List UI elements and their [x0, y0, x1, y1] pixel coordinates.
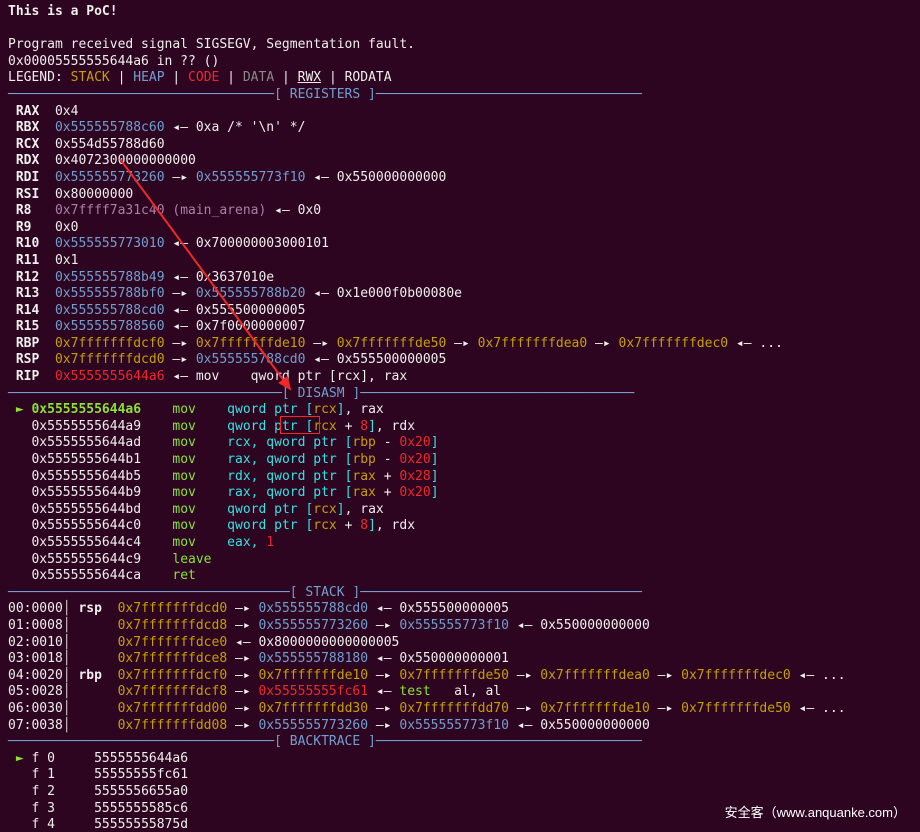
section-disasm: ───────────────────────────────────[ DIS…: [8, 386, 912, 403]
reg-rax: RAX 0x4: [8, 104, 912, 121]
section-stack: ────────────────────────────────────[ ST…: [8, 585, 912, 602]
reg-rdi: RDI 0x555555773260 —▸ 0x555555773f10 ◂— …: [8, 170, 912, 187]
reg-r8: R8 0x7ffff7a31c40 (main_arena) ◂— 0x0: [8, 203, 912, 220]
stack-row: 04:0020│ rbp 0x7fffffffdcf0 —▸ 0x7ffffff…: [8, 668, 912, 685]
backtrace-row: f 1 55555555fc61: [8, 767, 912, 784]
reg-rsp: RSP 0x7fffffffdcd0 —▸ 0x555555788cd0 ◂— …: [8, 352, 912, 369]
legend-stack: STACK: [71, 70, 110, 85]
reg-rsi: RSI 0x80000000: [8, 187, 912, 204]
backtrace-row: f 2 5555556655a0: [8, 784, 912, 801]
stack-row: 00:0000│ rsp 0x7fffffffdcd0 —▸ 0x5555557…: [8, 601, 912, 618]
disasm-row: 0x5555555644c0 mov qword ptr [rcx + 8], …: [8, 518, 912, 535]
disasm-row: 0x5555555644a9 mov qword ptr [rcx + 8], …: [8, 419, 912, 436]
stack-row: 01:0008│ 0x7fffffffdcd8 —▸ 0x55555577326…: [8, 618, 912, 635]
backtrace-row: ► f 0 5555555644a6: [8, 751, 912, 768]
blank: [8, 21, 912, 38]
disasm-row: 0x5555555644b1 mov rax, qword ptr [rbp -…: [8, 452, 912, 469]
stack-row: 03:0018│ 0x7fffffffdce8 —▸ 0x55555578818…: [8, 651, 912, 668]
legend-prefix: LEGEND:: [8, 70, 71, 85]
stack-row: 02:0010│ 0x7fffffffdce0 ◂— 0x80000000000…: [8, 635, 912, 652]
section-backtrace: ──────────────────────────────────[ BACK…: [8, 734, 912, 751]
legend-line: LEGEND: STACK | HEAP | CODE | DATA | RWX…: [8, 70, 912, 87]
section-registers: ──────────────────────────────────[ REGI…: [8, 87, 912, 104]
reg-rip: RIP 0x5555555644a6 ◂— mov qword ptr [rcx…: [8, 369, 912, 386]
reg-r13: R13 0x555555788bf0 —▸ 0x555555788b20 ◂— …: [8, 286, 912, 303]
disasm-row: 0x5555555644c4 mov eax, 1: [8, 535, 912, 552]
stack-row: 07:0038│ 0x7fffffffdd08 —▸ 0x55555577326…: [8, 718, 912, 735]
legend-data: DATA: [243, 70, 274, 85]
disasm-row: 0x5555555644bd mov qword ptr [rcx], rax: [8, 502, 912, 519]
reg-rdx: RDX 0x4072300000000000: [8, 153, 912, 170]
disasm-rows: ► 0x5555555644a6 mov qword ptr [rcx], ra…: [8, 402, 912, 585]
legend-rodata: RODATA: [345, 70, 392, 85]
disasm-row: ► 0x5555555644a6 mov qword ptr [rcx], ra…: [8, 402, 912, 419]
disasm-row: 0x5555555644c9 leave: [8, 552, 912, 569]
stack-rows: 00:0000│ rsp 0x7fffffffdcd0 —▸ 0x5555557…: [8, 601, 912, 734]
reg-rbx: RBX 0x555555788c60 ◂— 0xa /* '\n' */: [8, 120, 912, 137]
reg-r14: R14 0x555555788cd0 ◂— 0x555500000005: [8, 303, 912, 320]
reg-r11: R11 0x1: [8, 253, 912, 270]
reg-rbp: RBP 0x7fffffffdcf0 —▸ 0x7fffffffde10 —▸ …: [8, 336, 912, 353]
disasm-row: 0x5555555644ca ret: [8, 568, 912, 585]
legend-code: CODE: [188, 70, 219, 85]
disasm-row: 0x5555555644b9 mov rax, qword ptr [rax +…: [8, 485, 912, 502]
reg-r9: R9 0x0: [8, 220, 912, 237]
signal-line: Program received signal SIGSEGV, Segment…: [8, 37, 912, 54]
disasm-row: 0x5555555644ad mov rcx, qword ptr [rbp -…: [8, 435, 912, 452]
stack-row: 06:0030│ 0x7fffffffdd00 —▸ 0x7fffffffdd3…: [8, 701, 912, 718]
legend-heap: HEAP: [133, 70, 164, 85]
reg-r15: R15 0x555555788560 ◂— 0x7f0000000007: [8, 319, 912, 336]
reg-r10: R10 0x555555773010 ◂— 0x700000003000101: [8, 236, 912, 253]
poc-line: This is a PoC!: [8, 4, 912, 21]
where-line: 0x00005555555644a6 in ?? (): [8, 54, 912, 71]
stack-row: 05:0028│ 0x7fffffffdcf8 —▸ 0x55555555fc6…: [8, 684, 912, 701]
disasm-row: 0x5555555644b5 mov rdx, qword ptr [rax +…: [8, 469, 912, 486]
legend-rwx: RWX: [298, 70, 321, 85]
reg-rcx: RCX 0x554d55788d60: [8, 137, 912, 154]
reg-r12: R12 0x555555788b49 ◂— 0x3637010e: [8, 270, 912, 287]
watermark: 安全客（www.anquanke.com）: [725, 805, 906, 822]
